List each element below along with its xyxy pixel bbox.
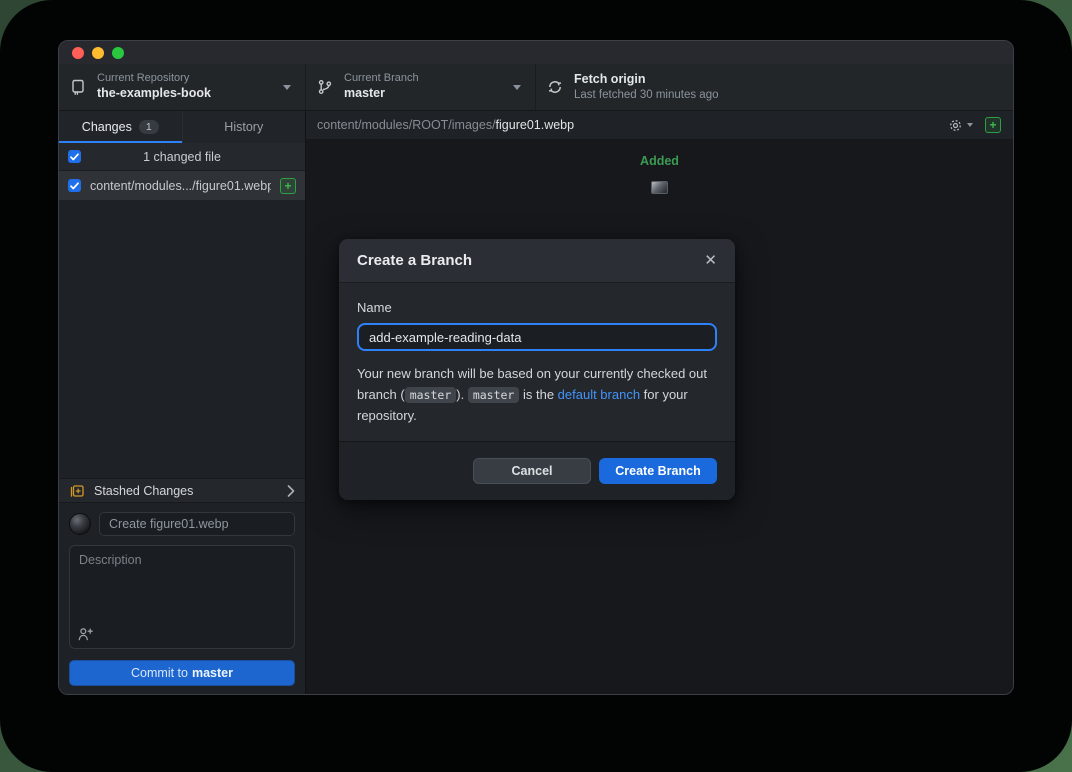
add-coauthor-icon[interactable] [78, 627, 93, 641]
inline-code-master: master [405, 387, 457, 403]
fetch-origin-button[interactable]: Fetch origin Last fetched 30 minutes ago [536, 64, 1013, 110]
tab-history[interactable]: History [182, 111, 306, 143]
chevron-down-icon [283, 85, 291, 90]
gear-icon [948, 118, 963, 133]
default-branch-link[interactable]: default branch [558, 387, 640, 402]
close-window-button[interactable] [72, 47, 84, 59]
commit-button-prefix: Commit to [131, 666, 188, 680]
branch-name-input[interactable] [357, 323, 717, 351]
repository-name: the-examples-book [97, 86, 211, 102]
stashed-changes-row[interactable]: Stashed Changes [59, 478, 305, 503]
tab-changes[interactable]: Changes 1 [59, 111, 182, 143]
chevron-down-icon [513, 85, 521, 90]
sidebar-tabs: Changes 1 History [59, 111, 305, 143]
changes-count-badge: 1 [139, 120, 159, 134]
branch-name: master [344, 86, 419, 102]
commit-button[interactable]: Commit to master [69, 660, 295, 686]
fetch-status: Last fetched 30 minutes ago [574, 88, 719, 102]
git-branch-icon [317, 79, 333, 95]
commit-summary-input[interactable] [99, 512, 295, 536]
current-repository-dropdown[interactable]: Current Repository the-examples-book [59, 64, 306, 110]
zoom-window-button[interactable] [112, 47, 124, 59]
commit-form: Commit to master [59, 503, 305, 694]
dialog-footer: Cancel Create Branch [339, 441, 735, 500]
commit-button-branch: master [192, 666, 233, 680]
inline-code-master: master [468, 387, 520, 403]
dialog-header: Create a Branch ✕ [339, 239, 735, 283]
cancel-button[interactable]: Cancel [473, 458, 591, 484]
repo-icon [70, 79, 86, 95]
repository-label: Current Repository [97, 72, 211, 86]
dialog-body: Name Your new branch will be based on yo… [339, 283, 735, 441]
toolbar: Current Repository the-examples-book Cur… [59, 64, 1013, 111]
dialog-text: is the [519, 387, 557, 402]
stash-icon [69, 483, 85, 499]
breadcrumb-directory: content/modules/ROOT/images/ [317, 118, 496, 132]
tab-changes-label: Changes [82, 120, 132, 134]
dialog-text: ). [456, 387, 468, 402]
tab-history-label: History [224, 120, 263, 134]
stashed-changes-label: Stashed Changes [94, 484, 278, 498]
file-path-bar: content/modules/ROOT/images/figure01.web… [306, 111, 1013, 140]
titlebar [59, 41, 1013, 64]
select-all-checkbox[interactable] [68, 150, 81, 163]
commit-description-input[interactable] [70, 546, 294, 648]
current-branch-dropdown[interactable]: Current Branch master [306, 64, 536, 110]
github-desktop-window: Current Repository the-examples-book Cur… [58, 40, 1014, 695]
diff-options-dropdown[interactable] [948, 118, 973, 133]
dialog-title: Create a Branch [357, 252, 472, 269]
image-thumbnail[interactable] [651, 181, 668, 194]
chevron-down-icon [967, 123, 973, 127]
file-list-empty-area [59, 200, 305, 478]
branch-name-label: Name [357, 300, 717, 315]
file-checkbox[interactable] [68, 179, 81, 192]
file-added-icon: + [280, 178, 296, 194]
minimize-window-button[interactable] [92, 47, 104, 59]
sync-icon [547, 79, 563, 95]
changed-files-summary-row: 1 changed file [59, 143, 305, 171]
commit-description-box [69, 545, 295, 649]
fetch-label: Fetch origin [574, 72, 719, 88]
breadcrumb-filename: figure01.webp [496, 118, 575, 132]
user-avatar [69, 513, 91, 535]
sidebar: Changes 1 History 1 changed file content… [59, 111, 306, 694]
create-branch-button[interactable]: Create Branch [599, 458, 717, 484]
file-path: content/modules.../figure01.webp [90, 179, 271, 193]
changed-file-row[interactable]: content/modules.../figure01.webp + [59, 171, 305, 200]
branch-label: Current Branch [344, 72, 419, 86]
dialog-description: Your new branch will be based on your cu… [357, 364, 717, 426]
close-icon[interactable]: ✕ [704, 253, 717, 268]
create-branch-dialog: Create a Branch ✕ Name Your new branch w… [339, 239, 735, 500]
chevron-right-icon [287, 485, 295, 497]
changed-files-summary: 1 changed file [59, 150, 305, 164]
diff-status-label: Added [640, 154, 679, 168]
diff-added-icon[interactable]: + [985, 117, 1001, 133]
